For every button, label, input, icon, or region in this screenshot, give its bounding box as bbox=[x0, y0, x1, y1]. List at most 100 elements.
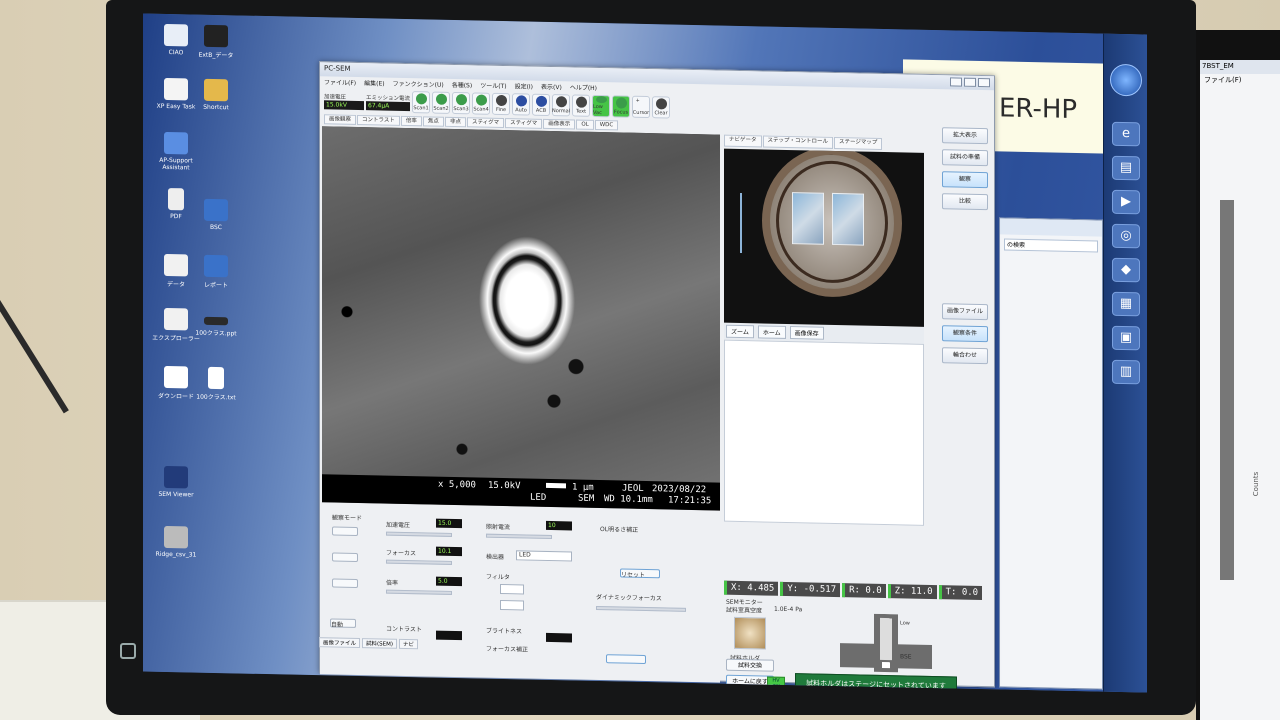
acb-button[interactable]: ACB bbox=[532, 93, 551, 117]
tab-navigator[interactable]: ナビゲータ bbox=[724, 134, 762, 148]
focus-value[interactable]: 10.1 bbox=[436, 546, 462, 557]
menu-edit[interactable]: 編集(E) bbox=[364, 78, 384, 87]
tab-stig1[interactable]: スティグマ bbox=[466, 117, 505, 129]
mag-slider[interactable] bbox=[386, 589, 452, 595]
desktop-icon[interactable]: Ridge_csv_31 bbox=[149, 525, 203, 559]
lowvac-button[interactable]: Low Vac bbox=[592, 94, 611, 118]
tab-display[interactable]: 画像表示 bbox=[543, 118, 576, 130]
save-image-button[interactable]: 画像保存 bbox=[789, 326, 824, 340]
menu-view[interactable]: 表示(V) bbox=[541, 82, 562, 91]
desktop-icon[interactable]: 100クラス.txt bbox=[189, 366, 243, 401]
menu-function[interactable]: ファンクション(U) bbox=[393, 79, 444, 89]
acc-value[interactable]: 15.0 bbox=[436, 518, 462, 529]
scan4-button[interactable]: Scan4 bbox=[472, 92, 491, 115]
background-explorer-window[interactable]: の検索 bbox=[999, 217, 1103, 690]
ol-label: OL明るさ補正 bbox=[600, 526, 639, 534]
hv-start-button[interactable]: HV ON bbox=[767, 676, 785, 693]
menu-help[interactable]: ヘルプ(H) bbox=[570, 82, 597, 92]
sample-exchange-button[interactable]: 試料交換 bbox=[726, 658, 774, 672]
tab-stig2[interactable]: スティグマ bbox=[505, 118, 543, 129]
mode-button[interactable] bbox=[332, 578, 358, 588]
mag-value[interactable]: 5.0 bbox=[436, 576, 462, 587]
desktop-icon[interactable]: Shortcut bbox=[189, 78, 243, 111]
app-icon[interactable]: ▦ bbox=[1112, 291, 1140, 317]
apply-button[interactable] bbox=[606, 654, 646, 665]
menu-settings[interactable]: 各種(S) bbox=[452, 80, 473, 89]
enlarge-button[interactable]: 拡大表示 bbox=[942, 127, 988, 145]
mode-button[interactable] bbox=[332, 526, 358, 536]
reset-button[interactable]: リセット bbox=[620, 568, 660, 579]
tab-ol[interactable]: OL bbox=[576, 119, 594, 130]
maximize-button[interactable] bbox=[964, 77, 976, 87]
tab-mag[interactable]: 倍率 bbox=[400, 115, 422, 127]
menu-tools[interactable]: ツール(T) bbox=[480, 81, 506, 91]
dynamic-focus-checkbox[interactable]: ダイナミックフォーカス bbox=[596, 592, 662, 602]
text-button[interactable]: Text bbox=[572, 94, 591, 117]
focus-slider[interactable] bbox=[386, 559, 452, 565]
app-icon[interactable]: ◆ bbox=[1112, 257, 1140, 283]
status-tab[interactable]: ナビ bbox=[399, 638, 419, 650]
probe-value[interactable]: 10 bbox=[546, 520, 572, 531]
mode-button[interactable] bbox=[332, 552, 358, 562]
desktop-icon[interactable]: SEM Viewer bbox=[149, 465, 203, 499]
dynamic-focus-slider[interactable] bbox=[596, 605, 686, 612]
detector-select[interactable]: LED bbox=[516, 550, 572, 562]
normal-button[interactable]: Normal bbox=[552, 94, 570, 117]
filter-select[interactable] bbox=[500, 599, 524, 611]
focus-button[interactable]: Focus bbox=[612, 95, 631, 118]
sample-prep-button[interactable]: 試料の準備 bbox=[942, 149, 988, 167]
app-icon[interactable]: ◎ bbox=[1112, 223, 1140, 249]
compare-button[interactable]: 比較 bbox=[942, 193, 988, 211]
tab-observe[interactable]: 画像観察 bbox=[324, 114, 357, 125]
tab-focus[interactable]: 焦点 bbox=[422, 116, 444, 127]
scan3-button[interactable]: Scan3 bbox=[452, 91, 471, 115]
probe-slider[interactable] bbox=[486, 533, 552, 540]
minimize-button[interactable] bbox=[950, 77, 962, 87]
tab-wdc[interactable]: WDC bbox=[594, 119, 619, 131]
sem-image-view[interactable]: x 5,000 15.0kV LED 1 μm JEOL SEM WD 10.1… bbox=[322, 126, 720, 511]
scan1-button[interactable]: Scan1 bbox=[412, 91, 431, 114]
tab-step-control[interactable]: ステップ・コントロール bbox=[762, 135, 834, 149]
auto-button[interactable]: 自動 bbox=[330, 618, 356, 629]
app-icon[interactable]: ▥ bbox=[1112, 359, 1140, 385]
detector-label: 検出器 bbox=[486, 553, 505, 562]
auto-button[interactable]: Auto bbox=[512, 93, 531, 116]
tab-astig[interactable]: 非点 bbox=[444, 116, 466, 128]
align-button[interactable]: 輪合わせ bbox=[942, 347, 988, 365]
folder-icon[interactable]: ▤ bbox=[1112, 155, 1140, 181]
desktop-icon[interactable]: ExtB_データ bbox=[189, 24, 243, 59]
status-tab[interactable]: 試料(SEM) bbox=[362, 638, 398, 649]
media-player-icon[interactable]: ▶ bbox=[1112, 189, 1140, 215]
scan2-button[interactable]: Scan2 bbox=[432, 91, 451, 114]
app-icon[interactable]: ▣ bbox=[1112, 325, 1140, 351]
cursor-button[interactable]: + Cursor bbox=[632, 95, 651, 119]
filter-select[interactable] bbox=[500, 583, 524, 595]
start-button[interactable] bbox=[1110, 63, 1142, 97]
clear-button[interactable]: Clear bbox=[652, 96, 671, 119]
emission-field[interactable]: エミッション電流 67.4μA bbox=[366, 93, 411, 111]
search-input[interactable]: の検索 bbox=[1004, 238, 1098, 253]
detector-tag: BSE bbox=[900, 653, 912, 660]
menu-file[interactable]: ファイル(F) bbox=[324, 77, 356, 87]
desktop-icon[interactable]: BSC bbox=[189, 198, 243, 231]
stage-camera-view[interactable] bbox=[724, 148, 924, 327]
home-button[interactable]: ホーム bbox=[757, 325, 786, 339]
close-button[interactable] bbox=[978, 77, 990, 88]
menu-file[interactable]: ファイル(F) bbox=[1200, 74, 1280, 86]
image-file-button[interactable]: 画像ファイル bbox=[942, 303, 988, 321]
acc-slider[interactable] bbox=[386, 531, 452, 537]
desktop-icon[interactable]: レポート bbox=[189, 254, 243, 289]
fine-button[interactable]: Fine bbox=[492, 92, 511, 116]
conditions-button[interactable]: 観察条件 bbox=[942, 325, 988, 343]
observe-button[interactable]: 観察 bbox=[942, 171, 988, 189]
sem-detector: LED bbox=[530, 492, 547, 503]
tab-stage-map[interactable]: ステージマップ bbox=[834, 136, 883, 150]
acc-voltage-field[interactable]: 加速電圧 15.0kV bbox=[324, 92, 364, 110]
zoom-button[interactable]: ズーム bbox=[726, 324, 754, 339]
status-tab[interactable]: 画像ファイル bbox=[319, 637, 361, 649]
desktop-icon[interactable]: AP-Support Assistant bbox=[149, 131, 203, 172]
desktop-icon[interactable]: 100クラス.ppt bbox=[189, 316, 243, 337]
internet-explorer-icon[interactable]: e bbox=[1112, 121, 1140, 147]
tab-contrast[interactable]: コントラスト bbox=[357, 114, 400, 126]
menu-config[interactable]: 設定(I) bbox=[515, 81, 533, 90]
